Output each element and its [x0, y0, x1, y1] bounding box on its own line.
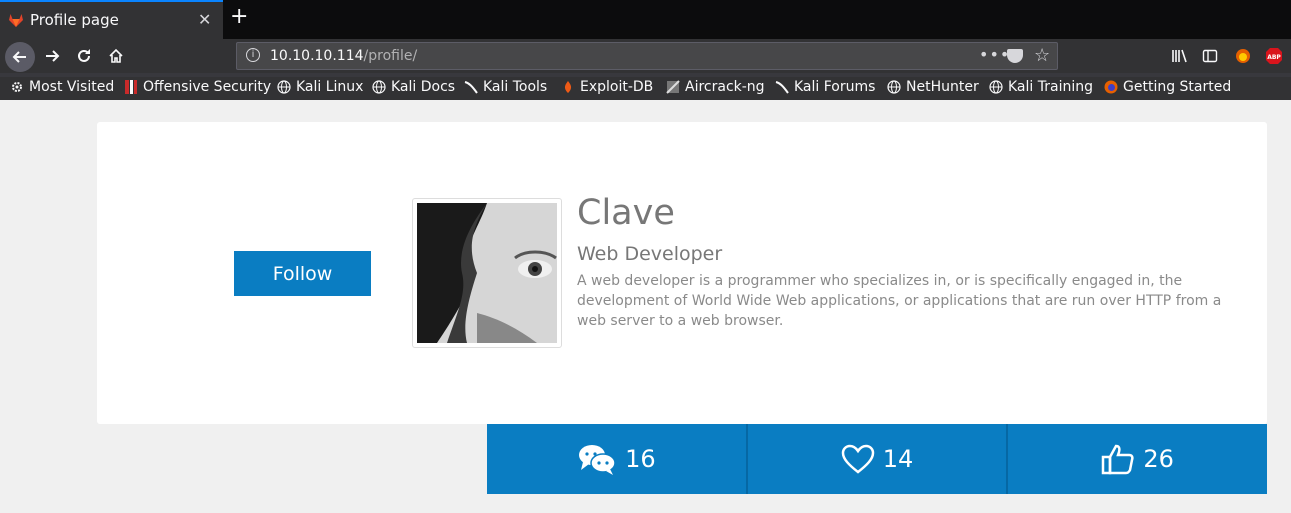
stats-bar: 16 14 26 — [487, 424, 1267, 494]
profile-role: Web Developer — [577, 243, 723, 265]
stat-likes[interactable]: 14 — [748, 424, 1009, 494]
chat-icon — [579, 445, 616, 475]
bookmark-label: Kali Tools — [483, 79, 548, 95]
library-icon — [1172, 49, 1187, 63]
globe-icon — [277, 80, 291, 94]
avatar-frame — [412, 198, 562, 348]
bookmark-aircrack-ng[interactable]: Aircrack-ng — [666, 79, 765, 95]
thumbs-up-icon — [1102, 444, 1135, 475]
bookmark-label: Kali Docs — [391, 79, 456, 95]
browser-chrome: Profile page ✕ + i 10.10.10.114/profile/… — [0, 0, 1291, 100]
stat-thumbs-count: 26 — [1143, 445, 1174, 473]
url-bar[interactable]: i 10.10.10.114/profile/ ••• ☆ — [236, 42, 1058, 70]
stat-thumbs[interactable]: 26 — [1008, 424, 1267, 494]
url-path: /profile/ — [363, 48, 418, 64]
stat-likes-count: 14 — [882, 445, 914, 473]
forward-arrow-icon — [46, 50, 60, 62]
bookmark-label: Getting Started — [1123, 79, 1232, 95]
kali-dragon-icon — [775, 81, 789, 94]
page-content: Follow Clave Web Developer A web develop… — [0, 100, 1291, 513]
bookmark-label: Kali Linux — [296, 79, 364, 95]
bookmark-exploit-db[interactable]: Exploit-DB — [561, 79, 653, 95]
bookmark-label: Kali Forums — [794, 79, 876, 95]
sidebar-icon — [1202, 49, 1218, 63]
new-tab-icon[interactable]: + — [230, 6, 248, 28]
globe-icon — [372, 80, 386, 94]
reload-button[interactable] — [70, 42, 98, 70]
svg-text:ABP: ABP — [1267, 54, 1281, 61]
kali-dragon-icon — [464, 81, 478, 94]
bookmark-kali-docs[interactable]: Kali Docs — [372, 79, 455, 95]
bookmark-kali-tools[interactable]: Kali Tools — [464, 79, 547, 95]
pocket-icon[interactable] — [1007, 49, 1023, 63]
home-button[interactable] — [102, 42, 130, 70]
bookmark-label: Offensive Security — [143, 79, 272, 95]
back-arrow-icon — [12, 51, 26, 63]
sidebar-button[interactable] — [1196, 42, 1224, 70]
tab-strip: Profile page ✕ + — [0, 0, 1291, 39]
library-button[interactable] — [1166, 42, 1194, 70]
bookmark-label: Most Visited — [29, 79, 115, 95]
firefox-icon — [1104, 80, 1118, 94]
url-text[interactable]: 10.10.10.114/profile/ — [270, 48, 417, 64]
profile-description: A web developer is a programmer who spec… — [577, 273, 1222, 329]
site-info-icon[interactable]: i — [246, 48, 260, 62]
home-icon — [109, 48, 123, 63]
offsec-icon — [125, 80, 137, 94]
globe-icon — [887, 80, 901, 94]
close-tab-icon[interactable]: ✕ — [198, 10, 211, 29]
url-host: 10.10.10.114 — [270, 48, 364, 64]
heart-icon — [841, 444, 874, 474]
extension-button[interactable] — [1229, 42, 1257, 70]
bookmark-nethunter[interactable]: NetHunter — [887, 79, 979, 95]
bookmark-label: Exploit-DB — [580, 79, 654, 95]
stat-messages[interactable]: 16 — [487, 424, 748, 494]
extension-fox-icon — [1236, 49, 1250, 63]
aircrack-icon — [666, 80, 680, 94]
adblock-plus-icon: ABP — [1266, 48, 1282, 64]
bookmark-kali-linux[interactable]: Kali Linux — [277, 79, 363, 95]
bookmark-getting-started[interactable]: Getting Started — [1104, 79, 1231, 95]
bookmarks-toolbar: Most Visited Offensive Security Kali Lin… — [0, 77, 1291, 100]
globe-icon — [989, 80, 1003, 94]
page-actions-icon[interactable]: ••• — [979, 45, 1010, 64]
bookmark-most-visited[interactable]: Most Visited — [10, 79, 114, 95]
gear-icon — [12, 82, 22, 92]
stat-messages-count: 16 — [625, 445, 656, 473]
tab-profile-page[interactable]: Profile page ✕ — [0, 0, 223, 39]
bookmark-offensive-security[interactable]: Offensive Security — [124, 79, 271, 95]
tab-title: Profile page — [30, 11, 119, 29]
reload-icon — [78, 49, 90, 62]
adblock-button[interactable]: ABP — [1260, 42, 1288, 70]
bookmark-label: Kali Training — [1008, 79, 1093, 95]
avatar-photo — [417, 203, 557, 343]
exploitdb-icon — [564, 81, 572, 93]
back-button[interactable] — [5, 42, 35, 72]
bookmark-star-icon[interactable]: ☆ — [1034, 45, 1050, 66]
forward-button[interactable] — [38, 42, 66, 70]
follow-button[interactable]: Follow — [234, 251, 371, 296]
bookmark-kali-forums[interactable]: Kali Forums — [775, 79, 875, 95]
avatar — [417, 203, 557, 343]
profile-name: Clave — [577, 193, 675, 233]
bookmark-label: Aircrack-ng — [685, 79, 765, 95]
bookmark-label: NetHunter — [906, 79, 979, 95]
gitlab-fox-icon — [9, 14, 23, 27]
bookmark-kali-training[interactable]: Kali Training — [989, 79, 1093, 95]
nav-bar: i 10.10.10.114/profile/ ••• ☆ ABP — [0, 39, 1291, 73]
